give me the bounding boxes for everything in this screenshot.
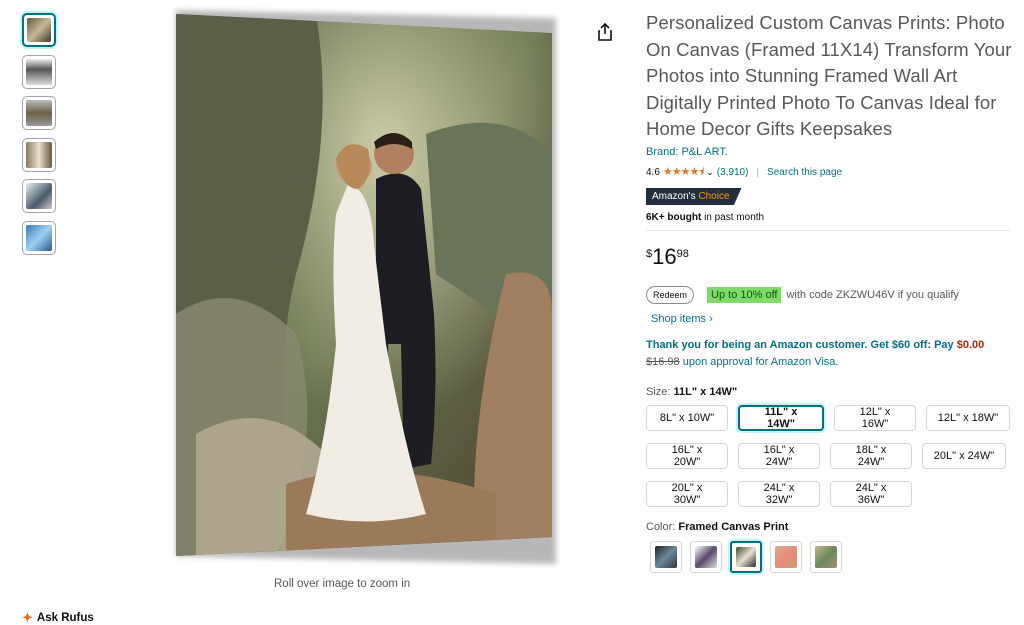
size-selected: 11L" x 14W" [673, 385, 738, 398]
shop-items-link[interactable]: Shop items › [651, 313, 1016, 325]
color-selected: Framed Canvas Print [678, 520, 789, 533]
size-option[interactable]: 20L" x 30W" [646, 480, 728, 507]
rating-row: 4.6 ★★★★⯨ ⌄ (3,910) | Search this page [646, 163, 1016, 182]
size-option[interactable]: 16L" x 20W" [646, 442, 728, 469]
bought-count-bold: 6K+ bought [646, 211, 702, 223]
visa-pay-amount: $0.00 [956, 338, 985, 351]
size-label-text: Size: [646, 385, 671, 398]
badge-prefix: Amazon's [652, 190, 696, 202]
canvas-photo [176, 14, 552, 556]
bought-count-rest: in past month [704, 211, 765, 223]
badge-choice: Choice [698, 190, 730, 202]
coupon-code-text: with code ZKZWU46V if you qualify [786, 288, 959, 301]
bought-count: 6K+ bought in past month [646, 212, 1010, 231]
color-swatch[interactable] [690, 540, 722, 573]
ask-rufus-label: Ask Rufus [36, 612, 94, 624]
thumbnail-4[interactable] [22, 137, 56, 172]
brand-link[interactable]: Brand: P&L ART. [646, 146, 1016, 158]
zoom-hint: Roll over image to zoom in [274, 578, 411, 590]
size-option[interactable]: 8L" x 10W" [646, 404, 728, 431]
product-info: Personalized Custom Canvas Prints: Photo… [646, 10, 1016, 573]
size-option[interactable]: 16L" x 24W" [738, 442, 820, 469]
visa-original-price: $16.98 [646, 355, 680, 368]
price-whole: 16 [652, 243, 677, 269]
visa-offer-line: Thank you for being an Amazon customer. … [646, 338, 954, 351]
ask-rufus-button[interactable]: ✦ Ask Rufus [22, 610, 94, 625]
discount-badge: Up to 10% off [707, 286, 782, 303]
thumbnail-1[interactable] [22, 13, 56, 47]
size-label: Size: 11L" x 14W" [646, 386, 1016, 398]
main-product-image[interactable]: Roll over image to zoom in [140, 8, 560, 590]
sparkle-icon: ✦ [22, 610, 33, 625]
coupon-row: Redeem Up to 10% off with code ZKZWU46V … [646, 285, 1016, 304]
color-swatch[interactable] [770, 540, 802, 573]
size-option[interactable]: 20L" x 24W" [922, 442, 1006, 469]
thumbnail-list [22, 13, 58, 262]
thumbnail-5[interactable] [22, 179, 56, 213]
thumbnail-6[interactable] [22, 220, 56, 255]
size-option[interactable]: 12L" x 18W" [926, 404, 1010, 431]
divider: | [756, 166, 760, 178]
amazons-choice-badge: Amazon's Choice [646, 187, 742, 205]
color-swatch[interactable] [650, 540, 682, 573]
price: $ 16 98 [646, 243, 1016, 269]
color-swatch-selected[interactable] [730, 540, 762, 573]
star-rating-icon[interactable]: ★★★★⯨ [663, 163, 704, 182]
price-fraction: 98 [676, 247, 689, 260]
size-option[interactable]: 12L" x 16W" [834, 404, 916, 431]
size-option[interactable]: 24L" x 36W" [830, 480, 912, 507]
color-swatch[interactable] [810, 540, 842, 573]
color-swatches [650, 540, 1016, 573]
thumbnail-3[interactable] [22, 96, 56, 130]
wedding-photo-illustration [176, 14, 552, 556]
search-this-page-link[interactable]: Search this page [767, 167, 842, 178]
thumbnail-2[interactable] [22, 54, 56, 89]
color-label-text: Color: [646, 520, 676, 533]
product-title: Personalized Custom Canvas Prints: Photo… [646, 12, 1012, 140]
size-option[interactable]: 24L" x 32W" [738, 480, 820, 507]
visa-offer-line-2: upon approval for Amazon Visa. [682, 355, 839, 368]
visa-offer[interactable]: Thank you for being an Amazon customer. … [646, 337, 1016, 371]
size-option[interactable]: 18L" x 24W" [830, 442, 912, 469]
redeem-button[interactable]: Redeem [646, 285, 695, 304]
chevron-down-icon[interactable]: ⌄ [706, 167, 714, 178]
rating-value: 4.6 [646, 166, 660, 178]
share-icon[interactable] [596, 22, 614, 42]
color-label: Color: Framed Canvas Print [646, 521, 1016, 533]
rating-count-link[interactable]: (3,910) [717, 167, 749, 178]
size-options: 8L" x 10W" 11L" x 14W" 12L" x 16W" 12L" … [646, 404, 1016, 507]
size-option-selected[interactable]: 11L" x 14W" [738, 404, 824, 431]
